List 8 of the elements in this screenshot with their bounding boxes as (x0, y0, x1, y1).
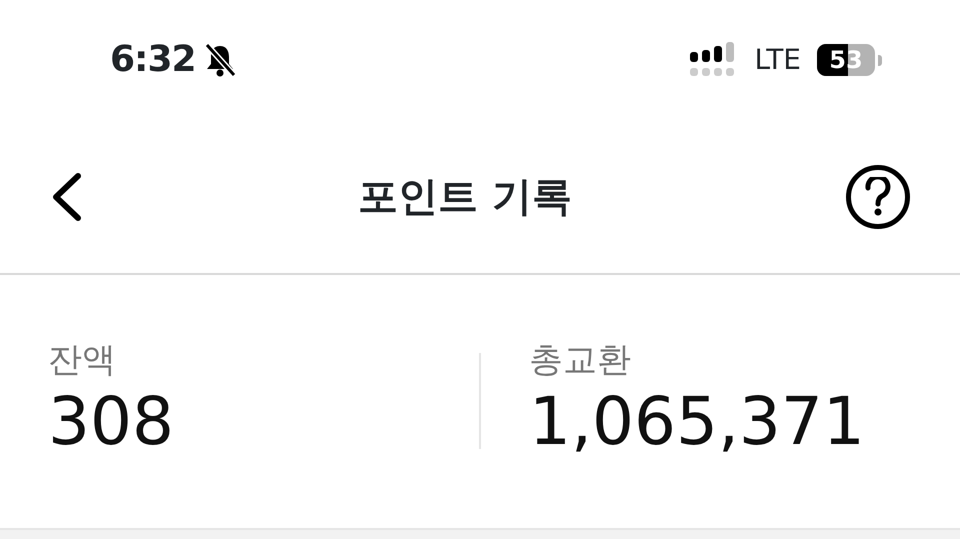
clock-time: 6:32 (110, 38, 196, 82)
network-type: LTE (754, 42, 801, 78)
stat-value: 1,065,371 (529, 386, 866, 459)
stat-value: 308 (48, 386, 175, 459)
page-title: 포인트 기록 (358, 172, 572, 222)
stat-label: 잔액 (48, 339, 117, 382)
stat-label: 총교환 (529, 339, 632, 382)
question-mark-icon (865, 176, 891, 216)
